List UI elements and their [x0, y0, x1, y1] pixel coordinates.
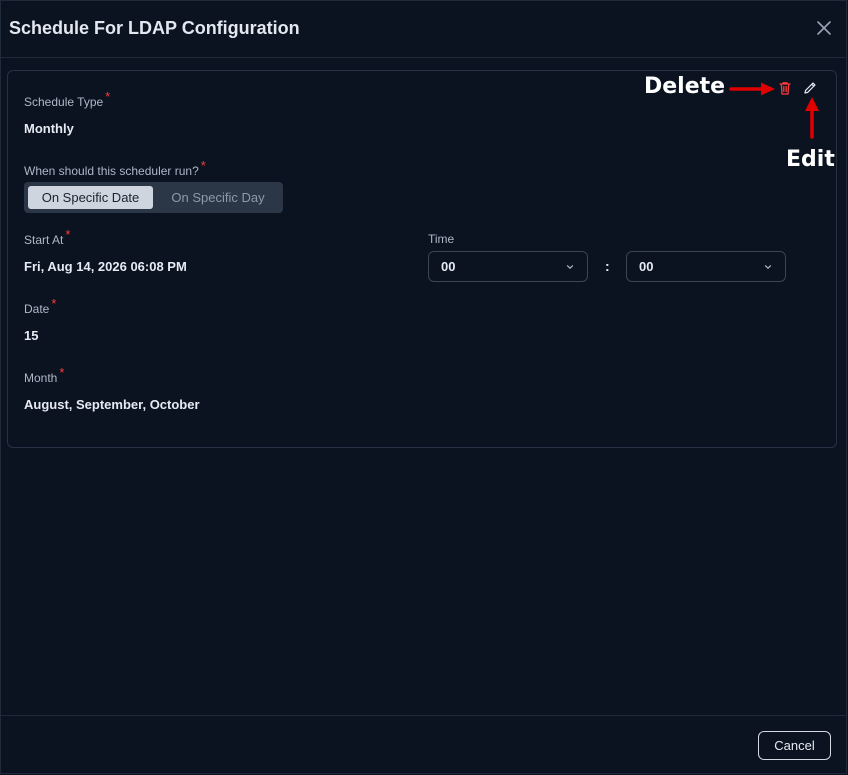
pencil-icon[interactable]	[802, 80, 818, 96]
minute-select[interactable]: 00	[626, 251, 786, 282]
delete-annotation: Delete	[644, 74, 726, 99]
start-at-label: Start At *	[24, 227, 71, 247]
close-icon[interactable]	[814, 18, 834, 38]
required-marker: *	[51, 296, 57, 311]
time-label: Time	[428, 232, 455, 246]
required-marker: *	[105, 89, 111, 104]
month-value: August, September, October	[24, 397, 200, 412]
cancel-button[interactable]: Cancel	[758, 731, 831, 760]
run-mode-toggle: On Specific Date On Specific Day	[24, 182, 283, 213]
dialog-header: Schedule For LDAP Configuration	[1, 1, 846, 58]
edit-annotation: Edit	[786, 147, 835, 172]
minute-value: 00	[639, 259, 654, 274]
time-separator: :	[605, 258, 610, 274]
dialog-title: Schedule For LDAP Configuration	[9, 18, 300, 38]
date-value: 15	[24, 328, 39, 343]
date-label: Date *	[24, 296, 57, 316]
month-label: Month *	[24, 365, 65, 385]
hour-value: 00	[441, 259, 456, 274]
required-marker: *	[59, 365, 65, 380]
delete-arrow-icon	[729, 82, 775, 96]
option-on-specific-day[interactable]: On Specific Day	[157, 186, 279, 209]
run-mode-label: When should this scheduler run? *	[24, 158, 206, 178]
dialog-footer: Cancel	[1, 715, 846, 773]
edit-arrow-icon	[805, 97, 819, 139]
required-marker: *	[200, 158, 206, 173]
chevron-down-icon	[764, 265, 772, 270]
schedule-type-label: Schedule Type *	[24, 89, 111, 109]
trash-icon[interactable]	[777, 80, 793, 96]
schedule-type-value: Monthly	[24, 121, 74, 136]
schedule-card: Schedule Type * Monthly When should this …	[7, 70, 837, 448]
hour-select[interactable]: 00	[428, 251, 588, 282]
schedule-dialog: Schedule For LDAP Configuration Schedule…	[0, 0, 847, 774]
option-on-specific-date[interactable]: On Specific Date	[28, 186, 153, 209]
chevron-down-icon	[566, 265, 574, 270]
start-at-value: Fri, Aug 14, 2026 06:08 PM	[24, 259, 187, 274]
required-marker: *	[65, 227, 71, 242]
